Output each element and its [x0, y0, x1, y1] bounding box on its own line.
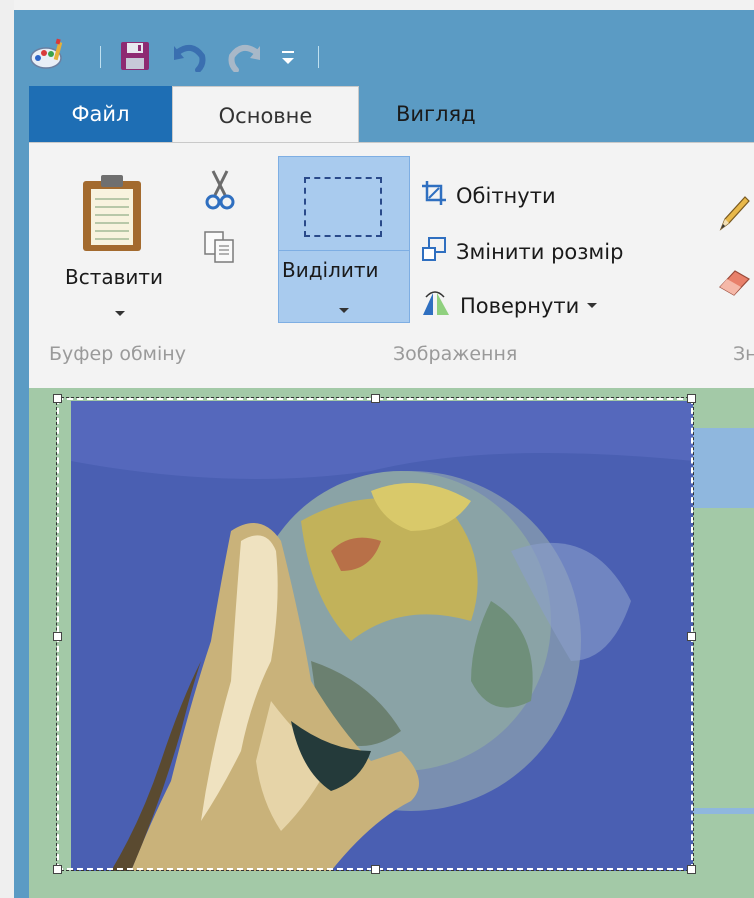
paste-dropdown-caret: [115, 311, 125, 316]
ribbon-tabs: Файл Основне Вигляд: [14, 86, 754, 144]
pencil-icon[interactable]: [717, 193, 751, 237]
redo-icon[interactable]: [226, 40, 262, 76]
eraser-icon[interactable]: [717, 265, 753, 303]
paste-button[interactable]: Вставити: [51, 161, 181, 321]
clipboard-group-label: Буфер обміну: [49, 343, 186, 365]
save-icon[interactable]: [119, 40, 151, 76]
copy-icon[interactable]: [202, 229, 238, 269]
selection-marquee[interactable]: [56, 397, 694, 871]
scissors-icon[interactable]: [205, 169, 235, 215]
qat-separator: [318, 46, 319, 68]
resize-handle-top-right[interactable]: [687, 394, 696, 403]
resize-icon: [420, 235, 448, 268]
tab-home-label: Основне: [218, 103, 313, 128]
qat-separator: [100, 46, 101, 68]
tools-group-label: Зна: [733, 343, 754, 365]
paint-window: Файл Основне Вигляд Вставити Буфер обмін…: [14, 10, 754, 898]
undo-icon[interactable]: [172, 40, 208, 76]
selection-rectangle-icon: [304, 177, 382, 237]
rotate-icon: [420, 289, 452, 322]
resize-handle-top[interactable]: [371, 394, 380, 403]
customize-qat-icon[interactable]: [280, 48, 296, 72]
image-group-label: Зображення: [393, 343, 518, 365]
resize-handle-right[interactable]: [687, 632, 696, 641]
crop-button[interactable]: Обітнути: [420, 179, 556, 212]
resize-label: Змінити розмір: [456, 239, 624, 264]
resize-button[interactable]: Змінити розмір: [420, 235, 623, 268]
paste-label: Вставити: [65, 265, 164, 289]
clipboard-icon: [79, 173, 145, 257]
select-button[interactable]: Виділити: [278, 156, 410, 323]
tab-file-label: Файл: [71, 102, 130, 126]
ribbon-panel: Вставити Буфер обміну Виділити Обітнути …: [29, 142, 754, 388]
crop-icon: [420, 179, 448, 212]
select-dropdown-caret: [339, 308, 349, 313]
rotate-label: Повернути: [460, 293, 580, 318]
quick-access-toolbar: [14, 10, 754, 86]
tab-file[interactable]: Файл: [29, 86, 172, 142]
resize-handle-top-left[interactable]: [53, 394, 62, 403]
rotate-dropdown-caret: [587, 303, 598, 308]
paint-app-icon[interactable]: [28, 38, 68, 76]
resize-handle-bottom-right[interactable]: [687, 865, 696, 874]
resize-handle-left[interactable]: [53, 632, 62, 641]
window-left-edge: [0, 0, 14, 898]
canvas-area[interactable]: [29, 388, 754, 898]
crop-label: Обітнути: [456, 183, 556, 208]
tab-view[interactable]: Вигляд: [359, 86, 479, 142]
resize-handle-bottom[interactable]: [371, 865, 380, 874]
tab-view-label: Вигляд: [396, 102, 476, 126]
select-button-split: [279, 250, 409, 251]
select-label: Виділити: [282, 258, 379, 282]
tab-home[interactable]: Основне: [172, 86, 359, 144]
resize-handle-bottom-left[interactable]: [53, 865, 62, 874]
rotate-button[interactable]: Повернути: [420, 289, 598, 322]
